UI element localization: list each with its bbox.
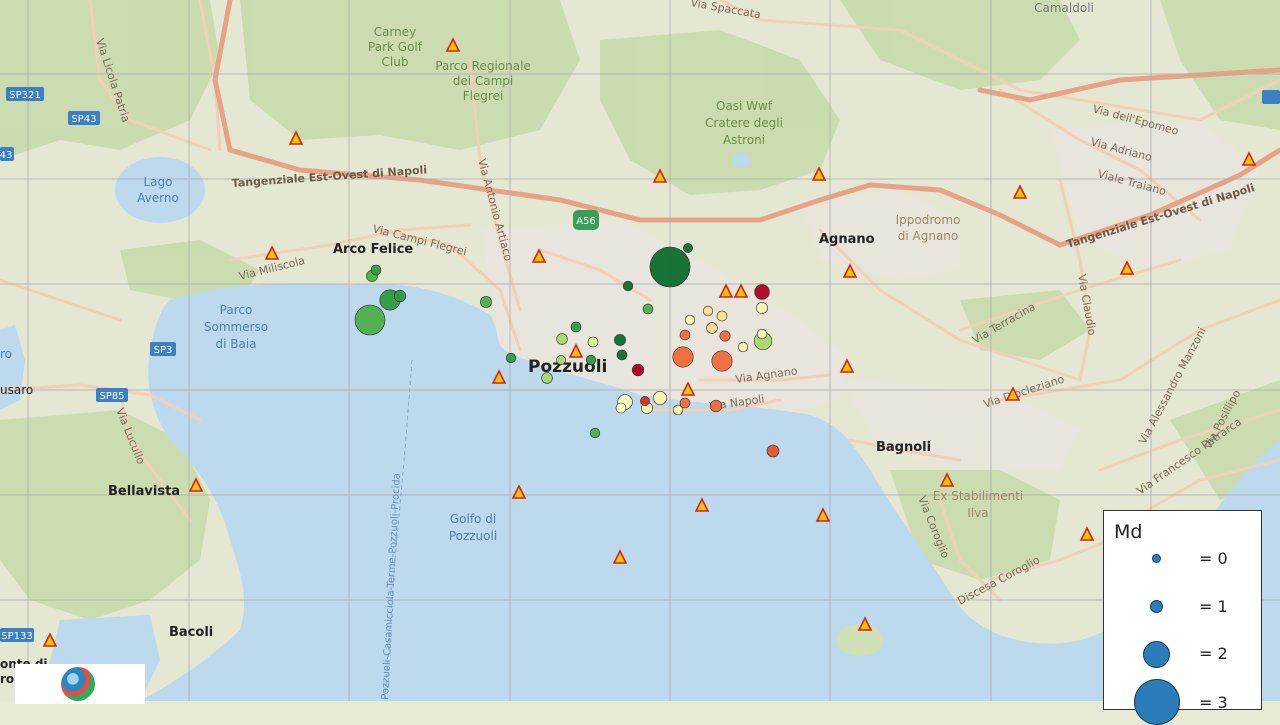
earthquake-marker-eq32[interactable]	[754, 284, 770, 300]
earthquake-marker-eq36[interactable]	[706, 322, 718, 334]
ro-left-label: ro	[0, 347, 12, 361]
legend-row-2: = 2	[1104, 639, 1254, 679]
svg-text:SP133: SP133	[1, 631, 32, 642]
bacoli-label: Bacoli	[169, 625, 213, 640]
agnano-label: Agnano	[819, 232, 875, 247]
bagnoli-label: Bagnoli	[876, 440, 931, 455]
svg-text:A56: A56	[576, 216, 596, 227]
legend-symbol-2	[1143, 641, 1170, 668]
earthquake-marker-eq4[interactable]	[393, 289, 407, 303]
earthquake-marker-eq30[interactable]	[679, 329, 691, 341]
shield-sp321: SP321	[6, 87, 44, 101]
earthquake-marker-eq21[interactable]	[652, 390, 667, 405]
ingv-logo	[15, 664, 145, 704]
arco-felice-label: Arco Felice	[333, 242, 413, 257]
earthquake-marker-eq28[interactable]	[709, 399, 723, 413]
shield-sp3: SP3	[150, 342, 176, 356]
earthquake-marker-eq43[interactable]	[672, 404, 684, 416]
legend-symbol-0	[1152, 554, 1161, 563]
legend-label-1: = 1	[1199, 597, 1228, 616]
earthquake-marker-eq12[interactable]	[556, 355, 566, 365]
shield-43-left: 43	[0, 147, 14, 161]
earthquake-marker-eq14[interactable]	[587, 336, 599, 348]
legend-row-0: = 0	[1104, 541, 1254, 581]
earthquake-marker-eq11[interactable]	[570, 321, 582, 333]
svg-text:43: 43	[0, 150, 12, 161]
earthquake-marker-eq9[interactable]	[541, 372, 553, 384]
legend-label-0: = 0	[1199, 549, 1228, 568]
globe-icon	[61, 667, 95, 701]
shield-sp43: SP43	[68, 111, 100, 125]
fusaro-label: usaro	[0, 383, 33, 397]
bellavista-label: Bellavista	[108, 484, 180, 499]
earthquake-marker-eq1[interactable]	[649, 246, 691, 288]
astroni-lake	[732, 153, 752, 167]
shield-sp85: SP85	[96, 388, 128, 402]
legend-row-1: = 1	[1104, 591, 1254, 631]
earthquake-marker-eq23[interactable]	[615, 402, 627, 414]
svg-text:SP85: SP85	[99, 391, 124, 402]
earthquake-marker-eq39[interactable]	[684, 314, 696, 326]
earthquake-marker-eq7[interactable]	[480, 296, 492, 308]
monte-di-procida-label-2: ro	[0, 672, 14, 686]
camaldoli-label: Camaldoli	[1034, 1, 1094, 15]
earthquake-marker-eq16[interactable]	[616, 349, 628, 361]
legend-symbol-3	[1134, 679, 1180, 725]
earthquake-marker-eq37[interactable]	[716, 310, 728, 322]
earthquake-marker-eq2[interactable]	[354, 304, 386, 336]
earthquake-marker-eq31[interactable]	[719, 330, 731, 342]
earthquake-marker-eq38[interactable]	[702, 305, 714, 317]
earthquake-marker-eq27[interactable]	[711, 350, 733, 372]
earthquake-marker-eq18[interactable]	[642, 303, 654, 315]
earthquake-marker-eq41[interactable]	[766, 444, 780, 458]
svg-text:SP321: SP321	[9, 90, 40, 101]
shield-a56: A56	[573, 210, 599, 230]
legend-symbol-1	[1150, 600, 1163, 613]
earthquake-marker-eq10[interactable]	[556, 333, 568, 345]
earthquake-marker-eq35[interactable]	[756, 328, 768, 340]
earthquake-marker-eq13[interactable]	[585, 354, 597, 366]
magnitude-legend: Md = 0 = 1 = 2 = 3	[1103, 510, 1262, 725]
earthquake-marker-eq25[interactable]	[640, 396, 650, 406]
earthquake-marker-eq8[interactable]	[505, 352, 517, 364]
legend-label-2: = 2	[1199, 644, 1228, 663]
shield-sp133: SP133	[0, 628, 34, 642]
earthquake-marker-eq17[interactable]	[622, 280, 634, 292]
earthquake-marker-eq33[interactable]	[756, 302, 768, 314]
legend-label-3: = 3	[1199, 693, 1228, 712]
earthquake-marker-eq26[interactable]	[672, 346, 694, 368]
earthquake-marker-eq15[interactable]	[614, 334, 626, 346]
svg-text:SP3: SP3	[154, 345, 173, 356]
lago-averno	[115, 157, 205, 223]
seismicity-map[interactable]: Carney Park Golf Club Parco Regionale dei C…	[0, 0, 1280, 701]
legend-title: Md	[1114, 521, 1143, 543]
earthquake-marker-eq6[interactable]	[370, 264, 382, 276]
shield-right-edge	[1262, 90, 1280, 104]
earthquake-marker-eq42[interactable]	[589, 427, 601, 439]
earthquake-marker-eq24[interactable]	[631, 363, 645, 377]
svg-text:SP43: SP43	[71, 114, 96, 125]
earthquake-marker-eq40[interactable]	[737, 341, 749, 353]
legend-row-3: = 3	[1104, 679, 1254, 725]
earthquake-marker-eq19[interactable]	[683, 243, 693, 253]
